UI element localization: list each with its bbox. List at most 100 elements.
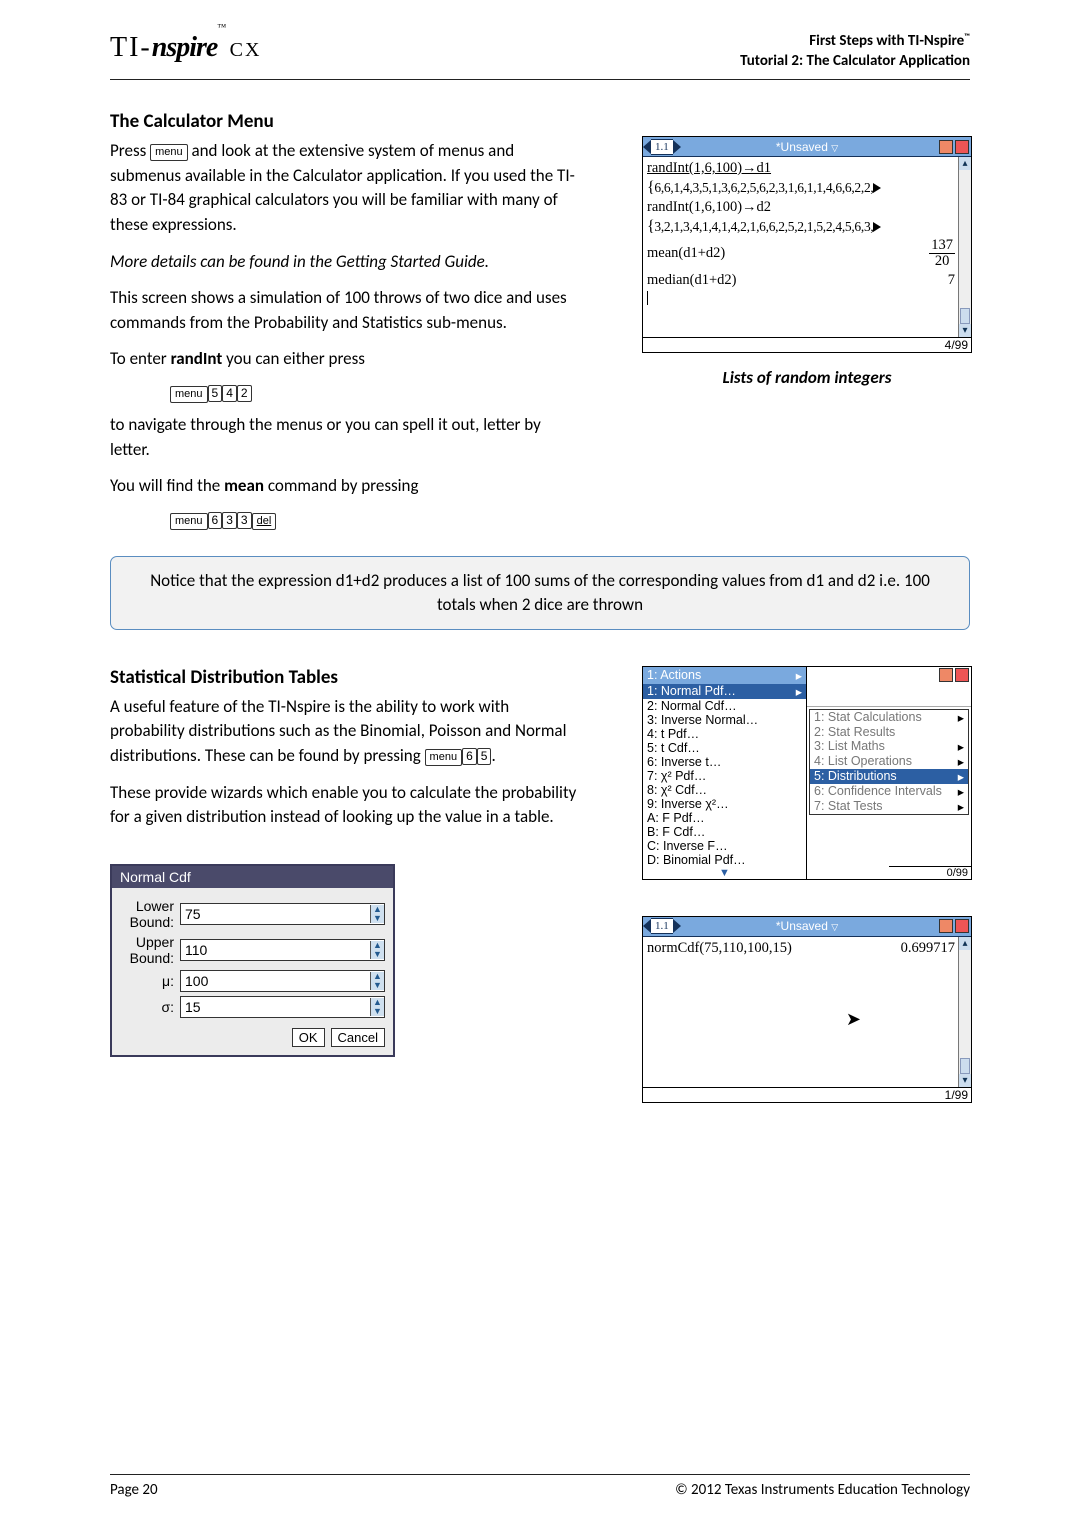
- submenu-confidence-intervals[interactable]: 6: Confidence Intervals▸: [810, 784, 968, 799]
- scrollbar[interactable]: ▴ ▾: [958, 157, 971, 337]
- tab-next-icon: [673, 919, 681, 933]
- para-mean-intro: You will find the mean command by pressi…: [110, 474, 580, 499]
- scroll-down-icon[interactable]: ▾: [959, 1074, 971, 1087]
- calc-expr-normcdf: normCdf(75,110,100,15): [647, 940, 792, 957]
- calc-tab-chip: 1.1: [643, 918, 681, 934]
- lower-bound-label: Lower Bound:: [120, 898, 174, 930]
- more-right-icon: [873, 183, 881, 193]
- calc-screen-1: 1.1 *Unsaved ▽ randInt(1,6,100)→d1 {6,6,…: [642, 136, 972, 353]
- calc-cursor: [647, 291, 648, 305]
- calc-doc-name: *Unsaved ▽: [776, 140, 838, 154]
- calc-screen-3: 1.1 *Unsaved ▽ normCdf(75,110,100,15) 0.…: [642, 916, 972, 1103]
- section-calculator-menu: The Calculator Menu Press and look at th…: [110, 110, 970, 530]
- submenu-distributions[interactable]: 5: Distributions▸: [810, 769, 968, 784]
- sigma-label: σ:: [120, 999, 174, 1015]
- spinner[interactable]: ▲▼: [370, 972, 384, 990]
- page-footer: Page 20 © 2012 Texas Instruments Educati…: [110, 1481, 970, 1499]
- scroll-up-icon[interactable]: ▴: [959, 157, 971, 170]
- menu-item-binomial-pdf[interactable]: D: Binomial Pdf…: [643, 853, 806, 867]
- ok-button[interactable]: OK: [292, 1028, 325, 1047]
- close-icon: [955, 140, 969, 154]
- para-press-menu: Press and look at the extensive system o…: [110, 139, 580, 238]
- normal-cdf-wizard: Normal Cdf Lower Bound: ▲▼ Upper Bound: …: [110, 864, 395, 1057]
- spinner[interactable]: ▲▼: [370, 941, 384, 959]
- calc-body: randInt(1,6,100)→d1 {6,6,1,4,3,5,1,3,6,2…: [643, 157, 971, 337]
- close-icon: [955, 668, 969, 682]
- calc-title-icons: [939, 919, 971, 933]
- key-menu: [170, 513, 208, 530]
- menu-head-actions: 1: Actions▸: [643, 667, 806, 684]
- menu-item-chi2-pdf[interactable]: 7: χ² Pdf…: [643, 769, 806, 783]
- copyright: © 2012 Texas Instruments Education Techn…: [675, 1481, 970, 1499]
- sigma-input[interactable]: [181, 997, 370, 1017]
- more-right-icon: [873, 222, 881, 232]
- menu-item-inverse-chi2[interactable]: 9: Inverse χ²…: [643, 797, 806, 811]
- menu-item-inverse-normal[interactable]: 3: Inverse Normal…: [643, 713, 806, 727]
- brand-logo: TI-nspire™CX: [110, 32, 261, 64]
- logo-trademark: ™: [217, 22, 225, 32]
- scroll-up-icon[interactable]: ▴: [959, 937, 971, 950]
- section-distributions: Statistical Distribution Tables A useful…: [110, 666, 970, 1057]
- para-navigate: to navigate through the menus or you can…: [110, 413, 580, 462]
- calc-list-d2: {3,2,1,3,4,1,4,1,4,2,1,6,6,2,5,2,1,5,2,4…: [647, 218, 881, 236]
- submenu-list-maths[interactable]: 3: List Maths▸: [810, 739, 968, 754]
- calc-menu-screen: 1: Actions▸ 1: Normal Pdf…▸ 2: Normal Cd…: [642, 666, 972, 880]
- scroll-thumb[interactable]: [960, 1058, 970, 1074]
- key-6: [462, 748, 477, 765]
- spinner[interactable]: ▲▼: [370, 998, 384, 1016]
- scroll-down-icon[interactable]: ▾: [959, 324, 971, 337]
- info-callout: Notice that the expression d1+d2 produce…: [110, 556, 970, 630]
- key-del: [252, 513, 277, 530]
- key-sequence-mean: [170, 511, 970, 530]
- menu-item-inverse-f[interactable]: C: Inverse F…: [643, 839, 806, 853]
- mu-input[interactable]: [181, 971, 370, 991]
- close-icon: [955, 919, 969, 933]
- scroll-thumb[interactable]: [960, 308, 970, 324]
- submenu-list-operations[interactable]: 4: List Operations▸: [810, 754, 968, 769]
- battery-icon: [939, 140, 953, 154]
- calc-titlebar: 1.1 *Unsaved ▽: [643, 137, 971, 157]
- menu-item-t-pdf[interactable]: 4: t Pdf…: [643, 727, 806, 741]
- screenshot-caption: Lists of random integers: [642, 367, 972, 388]
- upper-bound-label: Upper Bound:: [120, 934, 174, 966]
- menu-item-inverse-t[interactable]: 6: Inverse t…: [643, 755, 806, 769]
- sigma-field[interactable]: ▲▼: [180, 996, 385, 1018]
- doc-title: First Steps with TI-Nspire™ Tutorial 2: …: [740, 32, 970, 71]
- menu-item-f-pdf[interactable]: A: F Pdf…: [643, 811, 806, 825]
- calc-tab-label: 1.1: [651, 918, 673, 934]
- battery-icon: [939, 668, 953, 682]
- upper-bound-input[interactable]: [181, 940, 370, 960]
- cancel-button[interactable]: Cancel: [331, 1028, 385, 1047]
- scrollbar[interactable]: ▴ ▾: [958, 937, 971, 1087]
- calc-expr-median: median(d1+d2): [647, 272, 737, 289]
- battery-icon: [939, 919, 953, 933]
- submenu-stat: 1: Stat Calculations▸ 2: Stat Results 3:…: [809, 709, 969, 815]
- submenu-stat-tests[interactable]: 7: Stat Tests▸: [810, 799, 968, 814]
- menu-item-normal-cdf[interactable]: 2: Normal Cdf…: [643, 699, 806, 713]
- menu-left-column: 1: Actions▸ 1: Normal Pdf…▸ 2: Normal Cd…: [643, 667, 807, 879]
- para-randint-intro: To enter randInt you can either press: [110, 347, 580, 372]
- screenshot-dist-menu: 1: Actions▸ 1: Normal Pdf…▸ 2: Normal Cd…: [642, 666, 972, 880]
- lower-bound-field[interactable]: ▲▼: [180, 903, 385, 925]
- tab-next-icon: [673, 140, 681, 154]
- tab-prev-icon: [643, 140, 651, 154]
- logo-ti: TI-: [110, 32, 152, 63]
- lower-bound-input[interactable]: [181, 904, 370, 924]
- menu-item-chi2-cdf[interactable]: 8: χ² Cdf…: [643, 783, 806, 797]
- key-3: [222, 512, 237, 529]
- cursor-pointer-icon: ➤: [846, 1009, 861, 1030]
- upper-bound-field[interactable]: ▲▼: [180, 939, 385, 961]
- footer-rule: [110, 1474, 970, 1475]
- submenu-stat-calculations[interactable]: 1: Stat Calculations▸: [810, 710, 968, 725]
- menu-item-f-cdf[interactable]: B: F Cdf…: [643, 825, 806, 839]
- menu-scroll-down-icon[interactable]: ▼: [643, 867, 806, 879]
- page-number: Page 20: [110, 1481, 158, 1499]
- menu-item-t-cdf[interactable]: 5: t Cdf…: [643, 741, 806, 755]
- submenu-stat-results[interactable]: 2: Stat Results: [810, 725, 968, 739]
- logo-cx: CX: [230, 39, 262, 61]
- calc-status: 0/99: [889, 866, 971, 879]
- mu-field[interactable]: ▲▼: [180, 970, 385, 992]
- key-menu: [170, 386, 208, 403]
- spinner[interactable]: ▲▼: [370, 905, 384, 923]
- menu-item-normal-pdf[interactable]: 1: Normal Pdf…▸: [643, 684, 806, 699]
